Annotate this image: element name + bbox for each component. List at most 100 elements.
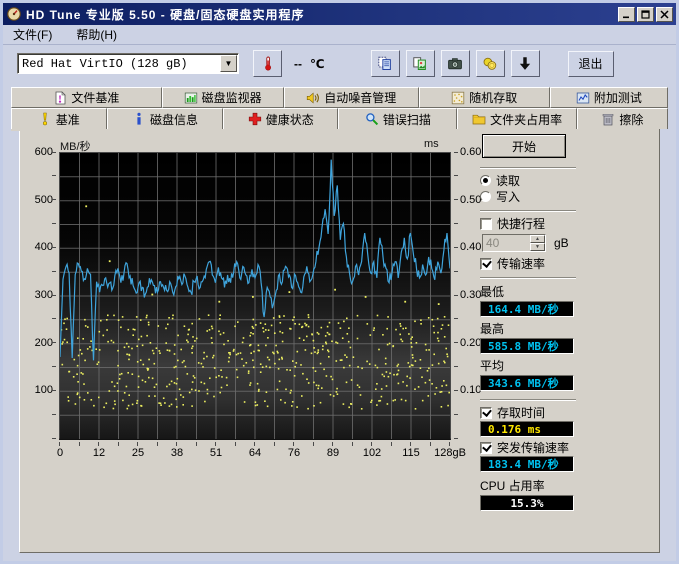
axis-tick — [391, 442, 392, 446]
tab-file-benchmark[interactable]: 文件基准 — [11, 87, 162, 108]
file-benchmark-icon — [53, 91, 67, 105]
transfer-rate-row[interactable]: 传输速率 — [480, 256, 679, 271]
axis-tick — [274, 442, 275, 446]
separator — [480, 167, 576, 169]
access-time-checkbox[interactable] — [480, 407, 492, 419]
separator — [480, 399, 576, 401]
error-scan-icon — [365, 112, 379, 126]
axis-tick — [52, 295, 56, 296]
tab-label: 磁盘监视器 — [202, 89, 262, 106]
exit-button-label: 退出 — [579, 55, 603, 72]
shortstroke-checkbox[interactable] — [480, 218, 492, 230]
copy-icon — [377, 56, 393, 71]
titlebar: HD Tune 专业版 5.50 - 硬盘/固态硬盘实用程序 — [3, 3, 676, 25]
tab-label: 错误扫描 — [383, 111, 431, 128]
temperature-button[interactable] — [253, 50, 282, 77]
burst-rate-row[interactable]: 突发传输速率 — [480, 440, 679, 455]
axis-tick — [52, 390, 56, 391]
copy-text-button[interactable] — [371, 50, 400, 77]
axis-tick — [98, 442, 99, 446]
min-label: 最低 — [480, 283, 679, 300]
spinner-buttons[interactable]: ▲ ▼ — [530, 235, 545, 251]
burst-rate-value: 183.4 MB/秒 — [480, 456, 574, 472]
axis-tick — [454, 152, 458, 153]
read-radio-row[interactable]: 读取 — [480, 173, 679, 188]
tab-disk-info[interactable]: 磁盘信息 — [107, 108, 224, 129]
tab-row-bottom: 基准 磁盘信息 健康状态 错误扫描 — [11, 108, 668, 129]
axis-tick-label: 300 — [23, 289, 53, 301]
extra-tests-icon — [576, 91, 590, 105]
tab-label: 文件夹占用率 — [490, 111, 562, 128]
axis-tick — [454, 295, 458, 296]
thermometer-icon — [261, 56, 275, 71]
axis-tick — [59, 442, 60, 446]
tab-error-scan[interactable]: 错误扫描 — [338, 108, 457, 129]
tab-noise-management[interactable]: 自动噪音管理 — [284, 87, 419, 108]
tab-benchmark[interactable]: 基准 — [11, 108, 107, 129]
axis-tick — [454, 318, 458, 319]
shortstroke-row[interactable]: 快捷行程 — [480, 216, 679, 231]
minimize-button[interactable] — [618, 7, 635, 22]
temperature-unit: ℃ — [310, 57, 325, 71]
health-icon — [248, 112, 262, 126]
start-button-label: 开始 — [512, 138, 536, 155]
max-label: 最高 — [480, 320, 679, 337]
start-button[interactable]: 开始 — [482, 134, 566, 158]
spin-down-icon[interactable]: ▼ — [530, 243, 545, 251]
read-radio[interactable] — [480, 175, 491, 186]
axis-tick-label: 128gB — [434, 447, 466, 459]
screenshot-button[interactable] — [441, 50, 470, 77]
tab-label: 自动噪音管理 — [324, 89, 396, 106]
axis-tick — [454, 414, 458, 415]
tab-disk-monitor[interactable]: 磁盘监视器 — [162, 87, 284, 108]
menu-file[interactable]: 文件(F) — [9, 24, 56, 45]
tab-random-access[interactable]: 随机存取 — [419, 87, 550, 108]
tab-label: 文件基准 — [71, 89, 119, 106]
spin-up-icon[interactable]: ▲ — [530, 235, 545, 243]
menu-help[interactable]: 帮助(H) — [72, 24, 121, 45]
tab-label: 健康状态 — [266, 111, 314, 128]
save-results-button[interactable] — [511, 50, 540, 77]
tab-health-status[interactable]: 健康状态 — [223, 108, 338, 129]
min-value: 164.4 MB/秒 — [480, 301, 574, 317]
donate-button[interactable] — [476, 50, 505, 77]
transfer-rate-checkbox[interactable] — [480, 258, 492, 270]
window-title: HD Tune 专业版 5.50 - 硬盘/固态硬盘实用程序 — [26, 6, 616, 23]
axis-tick — [410, 442, 411, 446]
camera-icon — [447, 56, 463, 71]
axis-tick — [196, 442, 197, 446]
drive-select-value: Red Hat VirtIO (128 gB) — [18, 57, 219, 71]
benchmark-chart — [59, 152, 451, 440]
axis-tick — [137, 442, 138, 446]
chevron-down-icon[interactable]: ▼ — [220, 55, 237, 72]
axis-tick-label: 100 — [23, 384, 53, 396]
tab-folder-usage[interactable]: 文件夹占用率 — [457, 108, 576, 129]
axis-tick — [254, 442, 255, 446]
tab-erase[interactable]: 擦除 — [577, 108, 668, 129]
shortstroke-size-input[interactable]: 40 ▲ ▼ — [482, 234, 546, 252]
axis-tick — [52, 366, 56, 367]
axis-tick-label: 89 — [327, 447, 339, 459]
write-radio[interactable] — [480, 191, 491, 202]
axis-tick — [293, 442, 294, 446]
maximize-button[interactable] — [637, 7, 654, 22]
write-radio-row[interactable]: 写入 — [480, 189, 679, 204]
axis-tick — [52, 223, 56, 224]
drive-select[interactable]: Red Hat VirtIO (128 gB) ▼ — [17, 53, 239, 74]
burst-rate-checkbox[interactable] — [480, 442, 492, 454]
exit-button[interactable]: 退出 — [568, 51, 614, 77]
axis-tick-label: 38 — [171, 447, 183, 459]
axis-tick — [454, 247, 458, 248]
close-icon — [660, 10, 669, 19]
copy-image-icon — [412, 56, 428, 71]
close-button[interactable] — [656, 7, 673, 22]
erase-icon — [601, 112, 615, 126]
tab-extra-tests[interactable]: 附加测试 — [550, 87, 668, 108]
axis-tick — [371, 442, 372, 446]
axis-tick — [52, 271, 56, 272]
transfer-rate-label: 传输速率 — [497, 255, 545, 272]
axis-tick — [449, 442, 450, 446]
axis-tick — [176, 442, 177, 446]
copy-image-button[interactable] — [406, 50, 435, 77]
access-time-row[interactable]: 存取时间 — [480, 405, 679, 420]
